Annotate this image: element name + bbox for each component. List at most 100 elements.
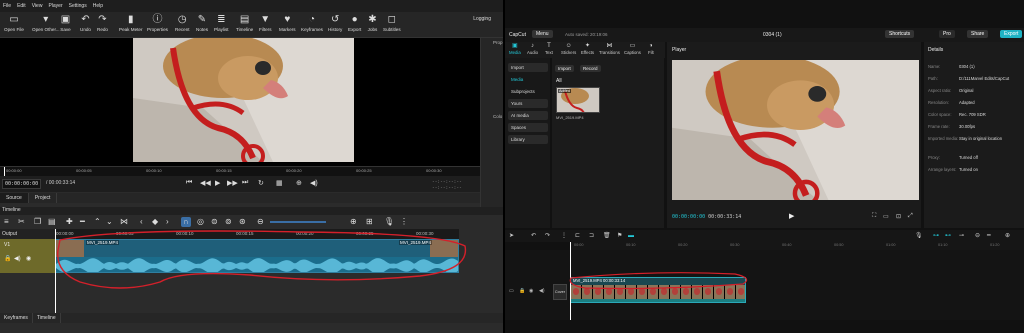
timeline-playhead[interactable] — [55, 229, 56, 313]
next-marker-icon[interactable]: › — [166, 217, 169, 227]
all-filter-label[interactable]: All — [556, 78, 562, 84]
paste-icon[interactable]: ▤ — [48, 217, 56, 227]
nav-spaces[interactable]: Spaces — [508, 123, 548, 132]
timeline-button[interactable]: ▤ Timeline — [236, 14, 253, 32]
fit-icon[interactable]: ⛶ — [872, 213, 876, 220]
play-icon[interactable]: ▶ — [789, 212, 794, 220]
menu-help[interactable]: Help — [93, 3, 103, 9]
skip-previous-icon[interactable]: ⏮ — [186, 179, 192, 187]
capcut-ruler[interactable]: 00:00 00:10 00:20 00:30 00:40 00:50 01:00 01:10… — [570, 242, 1024, 250]
link-icon[interactable]: ⊶ — [933, 232, 939, 240]
previous-marker-icon[interactable]: ‹ — [140, 217, 143, 227]
tool-media[interactable]: ▣ Media — [509, 43, 521, 55]
microphone-icon[interactable]: 🎙 — [915, 232, 923, 240]
menu-icon[interactable]: ≡ — [4, 217, 9, 227]
marker-icon[interactable]: ⚑ — [617, 232, 622, 240]
cover-button[interactable]: Cover — [553, 284, 567, 300]
timeline-ruler[interactable]: 00:00:00 00:00:05 00:00:10 00:00:15 00:0… — [55, 229, 459, 239]
record-button[interactable]: Record — [580, 65, 601, 72]
ripple-markers-icon[interactable]: ⊛ — [239, 217, 246, 227]
tab-source[interactable]: Source — [0, 193, 29, 203]
open-other-button[interactable]: ▾ Open Other... — [32, 14, 60, 32]
properties-button[interactable]: ⓘ Properties — [147, 14, 168, 32]
zoom-icon[interactable]: ⊕ — [296, 179, 302, 187]
mute-icon[interactable]: ◀) — [539, 288, 545, 294]
tab-project[interactable]: Project — [29, 193, 58, 203]
remove-icon[interactable]: ━ — [80, 217, 85, 227]
rewind-icon[interactable]: ◀◀ — [200, 179, 211, 187]
history-button[interactable]: ↺ History — [328, 14, 342, 32]
redo-button[interactable]: ↷ Redo — [97, 14, 108, 32]
active-tool-icon[interactable]: ▬ — [628, 232, 634, 240]
scrub-icon[interactable]: ◎ — [197, 217, 204, 227]
menu-file[interactable]: File — [3, 3, 11, 9]
nav-ai-media[interactable]: AI media — [508, 111, 548, 120]
ripple-all-icon[interactable]: ⊚ — [225, 217, 232, 227]
player-ruler[interactable]: 00:00:00 00:00:05 00:00:10 00:00:15 00:0… — [0, 166, 480, 177]
zoom-out-icon[interactable]: ⊖ — [975, 232, 980, 240]
capcut-clip[interactable]: MVI_2519.MP4 00:00:33:14 — [570, 277, 746, 303]
out-point-timecode[interactable]: --:--:--:-- — [432, 186, 462, 191]
zoom-slider[interactable] — [270, 221, 326, 223]
tab-keyframes[interactable]: Keyframes — [0, 313, 33, 323]
color-tab[interactable]: Colo — [493, 114, 502, 119]
cut-icon[interactable]: ✂ — [18, 217, 25, 227]
visibility-icon[interactable]: ◉ — [26, 255, 31, 262]
play-icon[interactable]: ▶ — [215, 179, 220, 187]
notes-button[interactable]: ✎ Notes — [196, 14, 208, 32]
redo-icon[interactable]: ↷ — [545, 232, 550, 240]
split-right-icon[interactable]: ⊐ — [589, 232, 594, 240]
skip-next-icon[interactable]: ⏭ — [242, 179, 248, 187]
zoom-fit-icon[interactable]: ⊞ — [366, 217, 373, 227]
append-icon[interactable]: ✚ — [66, 217, 73, 227]
zoom-out-icon[interactable]: ⊖ — [257, 217, 264, 227]
add-marker-icon[interactable]: ◆ — [152, 217, 158, 227]
snap-icon[interactable]: ∩ — [181, 217, 191, 227]
timeline-clip[interactable]: MVI_2519.MP4 MVI_2519.MP4 — [55, 239, 459, 273]
split-left-icon[interactable]: ⊏ — [575, 232, 580, 240]
nav-yours[interactable]: Yours — [508, 99, 548, 108]
import-button[interactable]: Import — [555, 65, 574, 72]
split-icon[interactable]: ⋈ — [120, 217, 128, 227]
properties-tab[interactable]: Prop — [493, 40, 503, 45]
current-timecode[interactable]: 00:00:00:00 — [2, 179, 42, 189]
capcut-playhead[interactable] — [570, 242, 571, 320]
share-button[interactable]: Share — [967, 30, 989, 38]
tool-text[interactable]: T Text — [545, 43, 553, 55]
export-button[interactable]: ● Export — [348, 14, 361, 32]
track-menu-icon[interactable]: ▭ — [509, 288, 514, 294]
zoom-slider-icon[interactable]: ━ — [987, 232, 991, 240]
jobs-button[interactable]: ✱ Jobs — [367, 14, 378, 32]
lock-icon[interactable]: 🔒 — [519, 288, 525, 294]
lock-icon[interactable]: 🔒 — [4, 255, 11, 262]
volume-icon[interactable]: ◀) — [310, 179, 318, 187]
playlist-button[interactable]: ≣ Playlist — [214, 14, 229, 32]
logging-label[interactable]: Logging — [473, 16, 491, 22]
grid-icon[interactable]: ▦ — [276, 179, 283, 187]
menu-settings[interactable]: Settings — [69, 3, 87, 9]
menu-edit[interactable]: Edit — [17, 3, 26, 9]
keyframes-button[interactable]: ◔ Keyframes — [301, 14, 323, 32]
zoom-in-icon[interactable]: ⊕ — [350, 217, 357, 227]
snap-icon[interactable]: ⊷ — [945, 232, 951, 240]
track-header-v1[interactable]: V1 🔒 ◀) ◉ — [0, 239, 55, 273]
crop-icon[interactable]: ⊡ — [896, 213, 901, 220]
select-tool-icon[interactable]: ➤ — [509, 232, 514, 240]
delete-icon[interactable]: 🗑 — [603, 232, 611, 240]
tab-timeline[interactable]: Timeline — [33, 313, 61, 323]
visibility-icon[interactable]: ◉ — [529, 288, 533, 294]
menu-button[interactable]: Menu — [532, 30, 553, 38]
copy-icon[interactable]: ❐ — [34, 217, 41, 227]
nav-library[interactable]: Library — [508, 135, 548, 144]
shortcuts-button[interactable]: Shortcuts — [885, 30, 915, 38]
tool-captions[interactable]: ▭ Captions — [624, 43, 641, 55]
zoom-in-icon[interactable]: ⊕ — [1005, 232, 1010, 240]
split-icon[interactable]: ⋮ — [561, 232, 567, 240]
fast-forward-icon[interactable]: ▶▶ — [227, 179, 238, 187]
nav-media[interactable]: Media — [508, 75, 548, 84]
undo-icon[interactable]: ↶ — [531, 232, 536, 240]
markers-button[interactable]: ♥ Markers — [279, 14, 296, 32]
filters-button[interactable]: ▼ Filters — [259, 14, 272, 32]
peak-meter-button[interactable]: ▮ Peak Meter — [119, 14, 143, 32]
record-audio-icon[interactable]: 🎙 — [384, 217, 394, 227]
